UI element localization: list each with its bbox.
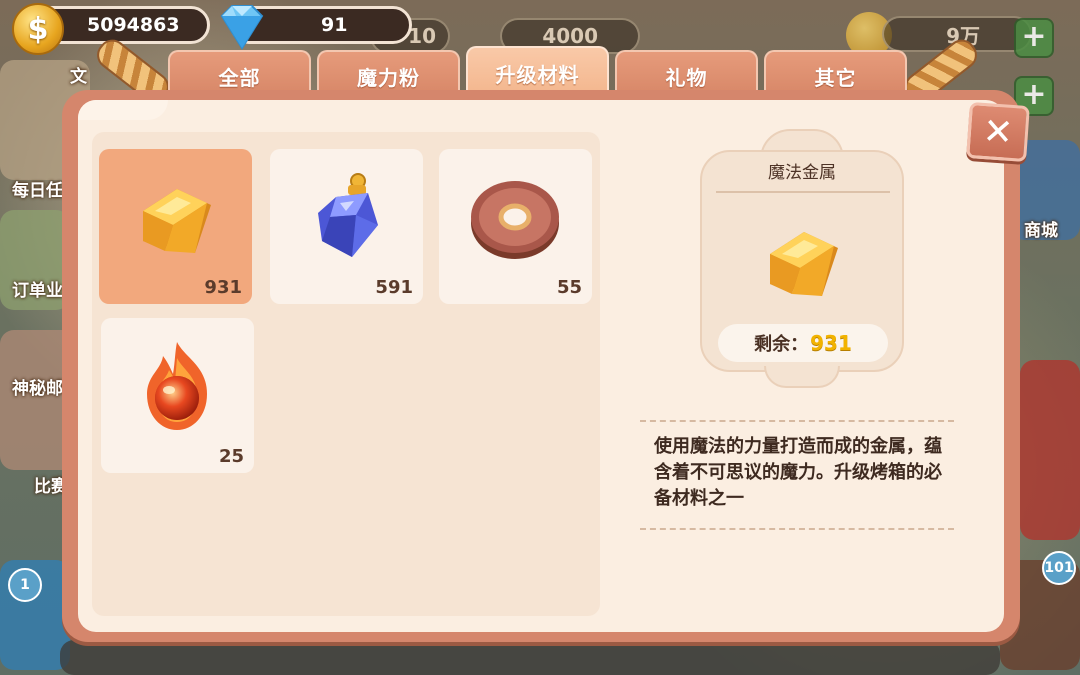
- bg-plus-icon: +: [1014, 18, 1054, 58]
- item-count: 55: [556, 277, 582, 298]
- item-slot-magic-crystal[interactable]: 591: [270, 149, 423, 304]
- dotted-divider: [640, 420, 954, 422]
- blue-crystal-pendant-icon: [318, 173, 378, 257]
- remaining-count: 剩余： 931: [718, 324, 888, 362]
- brown-ring-icon: [471, 181, 559, 259]
- item-grid: 931 591 55 25: [92, 132, 600, 616]
- detail-divider: [716, 191, 890, 193]
- fire-orb-icon: [147, 342, 207, 430]
- gold-ingot-icon: [143, 189, 211, 253]
- bg-building: [1020, 360, 1080, 540]
- item-slot-magic-ring[interactable]: 55: [439, 149, 592, 304]
- coin-amount: 5094863: [87, 14, 180, 36]
- bg-label: 神秘邮: [12, 379, 63, 399]
- coin-icon: $: [12, 3, 64, 55]
- item-count: 25: [218, 446, 244, 467]
- remaining-label: 剩余：: [754, 334, 809, 355]
- close-icon: ✕: [981, 110, 1015, 154]
- gem-amount: 91: [321, 14, 348, 36]
- dotted-divider: [640, 528, 954, 530]
- diamond-icon: [220, 5, 264, 50]
- bg-floor: [60, 640, 1000, 675]
- close-button[interactable]: ✕: [966, 101, 1030, 163]
- item-count: 931: [204, 277, 242, 298]
- bg-label: 商城: [1024, 221, 1058, 241]
- detail-card-ornament: [764, 366, 840, 388]
- remaining-value: 931: [810, 331, 852, 355]
- bg-label: 文: [70, 67, 87, 87]
- bg-badge: 101: [1042, 551, 1076, 585]
- gold-ingot-icon: [770, 232, 838, 296]
- detail-item-name: 魔法金属: [768, 163, 836, 183]
- bg-label: 订单业: [12, 281, 63, 301]
- item-description: 使用魔法的力量打造而成的金属，蕴含着不可思议的魔力。升级烤箱的必备材料之一: [654, 436, 942, 509]
- bg-badge: 1: [8, 568, 42, 602]
- item-slot-magic-metal[interactable]: 931: [99, 149, 252, 304]
- bg-label: 每日任: [12, 181, 63, 201]
- item-slot-fire-orb[interactable]: 25: [101, 318, 254, 473]
- item-count: 591: [375, 277, 413, 298]
